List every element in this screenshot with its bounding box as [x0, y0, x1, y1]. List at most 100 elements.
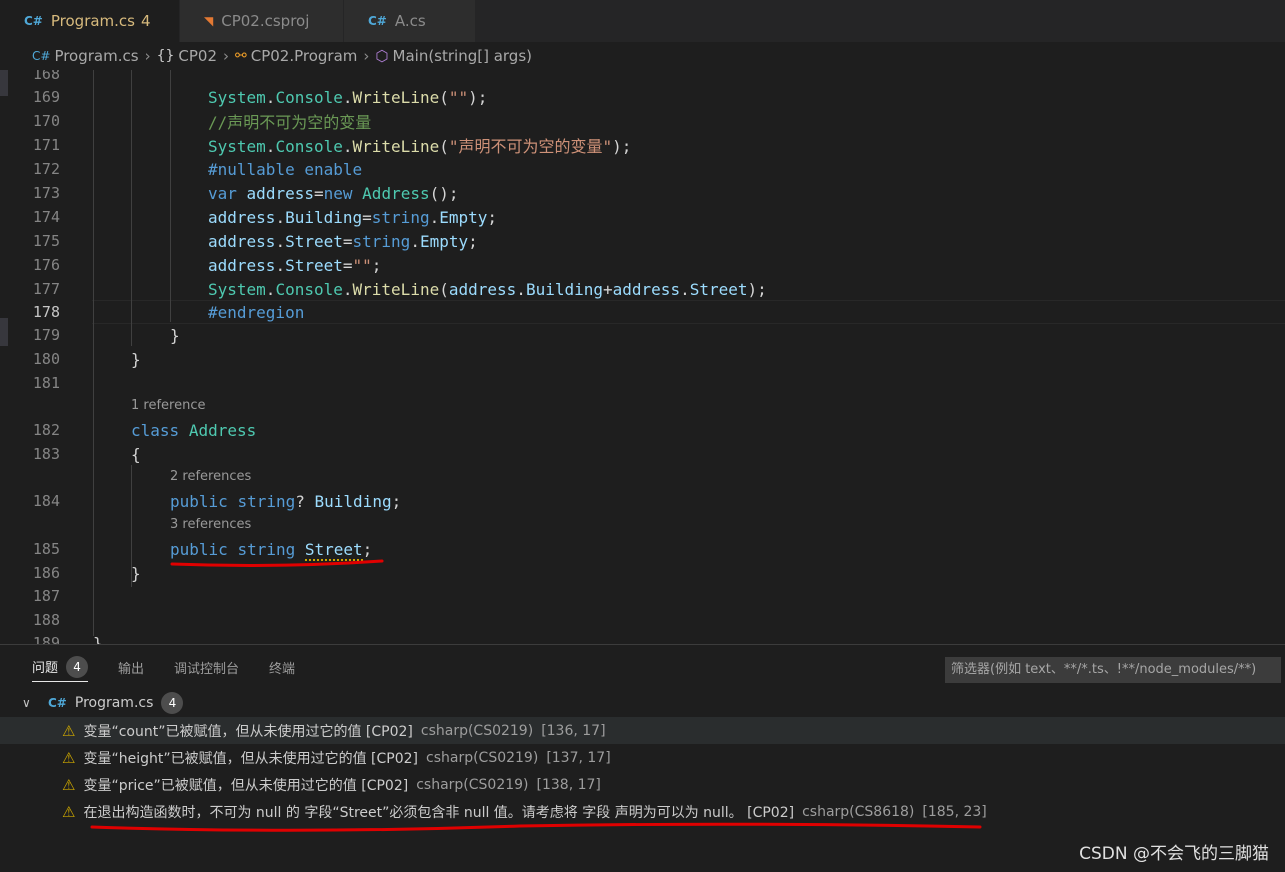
code-text: System.Console.WriteLine("声明不可为空的变量"); — [208, 137, 632, 156]
tab-problems[interactable]: 问题 4 — [32, 652, 89, 682]
problems-count-badge: 4 — [66, 655, 89, 678]
tab-label: A.cs — [394, 12, 426, 30]
codelens-references[interactable]: 1 reference — [131, 398, 205, 413]
namespace-icon: {} — [156, 48, 175, 64]
breadcrumb-class[interactable]: CP02.Program — [251, 47, 358, 65]
line-number: 177 — [32, 280, 60, 298]
code-comment: //声明不可为空的变量 — [208, 113, 372, 132]
code-line-current: 178 #endregion — [0, 300, 1285, 324]
problem-message: 变量“height”已被赋值，但从未使用过它的值 [CP02] — [83, 750, 418, 767]
code-brace: } — [93, 633, 103, 645]
code-text: System.Console.WriteLine(address.Buildin… — [208, 279, 767, 299]
code-text: public string? Building; — [170, 491, 402, 511]
code-brace: } — [131, 349, 141, 369]
code-line: 188 — [0, 608, 1285, 632]
codelens-references[interactable]: 3 references — [170, 517, 251, 532]
code-text: address.Street=string.Empty; — [208, 231, 478, 251]
line-number: 182 — [32, 421, 60, 439]
code-line: 171 System.Console.WriteLine("声明不可为空的变量"… — [0, 133, 1285, 157]
csharp-file-icon: C# — [32, 49, 51, 63]
line-number: 178 — [32, 303, 60, 321]
problem-file-name: Program.cs — [74, 694, 154, 711]
code-line: 175 address.Street=string.Empty; — [0, 229, 1285, 253]
line-number: 186 — [32, 564, 60, 582]
panel-tabs: 问题 4 输出 调试控制台 终端 — [0, 645, 325, 689]
problem-message: 在退出构造函数时，不可为 null 的 字段“Street”必须包含非 null… — [83, 804, 795, 821]
code-brace: } — [131, 563, 141, 583]
warning-icon: ⚠ — [62, 802, 76, 821]
csharp-file-icon: C# — [24, 14, 43, 28]
breadcrumb-namespace[interactable]: CP02 — [178, 47, 217, 65]
code-line: 180 } — [0, 347, 1285, 371]
tab-cp02-csproj[interactable]: ◥ CP02.csproj — [180, 0, 344, 42]
watermark: CSDN @不会飞的三脚猫 — [1079, 844, 1269, 864]
line-number: 175 — [32, 232, 60, 250]
problem-row[interactable]: ⚠ 在退出构造函数时，不可为 null 的 字段“Street”必须包含非 nu… — [0, 798, 1285, 825]
code-text: class Address — [131, 420, 257, 440]
code-line: 182 class Address — [0, 418, 1285, 442]
chevron-right-icon: › — [223, 47, 229, 65]
tab-program-cs[interactable]: C# Program.cs 4 — [0, 0, 180, 42]
warning-squiggle: Street — [304, 539, 363, 561]
problem-message: 变量“price”已被赋值，但从未使用过它的值 [CP02] — [83, 777, 409, 794]
problem-position: [137, 17] — [546, 749, 611, 766]
line-number: 173 — [32, 184, 60, 202]
code-line: 185 public string Street; — [0, 537, 1285, 561]
breadcrumb-file[interactable]: Program.cs — [54, 47, 138, 65]
line-number: 179 — [32, 326, 60, 344]
code-text: address.Building=string.Empty; — [208, 207, 498, 227]
codelens-references[interactable]: 2 references — [170, 469, 251, 484]
tab-output[interactable]: 输出 — [118, 645, 144, 689]
problem-source: csharp(CS0219) — [416, 776, 529, 793]
line-number: 169 — [32, 88, 60, 106]
breadcrumb: C# Program.cs › {} CP02 › ⚯ CP02.Program… — [0, 42, 1285, 70]
problem-row[interactable]: ⚠ 变量“height”已被赋值，但从未使用过它的值 [CP02] csharp… — [0, 744, 1285, 771]
breadcrumb-method[interactable]: Main(string[] args) — [393, 47, 532, 65]
code-brace: { — [131, 444, 141, 464]
code-line: 168 — [0, 70, 1285, 86]
code-editor[interactable]: 168 169 System.Console.WriteLine(""); 17… — [0, 70, 1285, 644]
line-number: 189 — [32, 634, 60, 644]
problem-source: csharp(CS0219) — [426, 749, 539, 766]
problem-row[interactable]: ⚠ 变量“price”已被赋值，但从未使用过它的值 [CP02] csharp(… — [0, 771, 1285, 798]
line-number: 172 — [32, 160, 60, 178]
tab-label: 输出 — [118, 661, 145, 677]
problem-position: [138, 17] — [536, 776, 601, 793]
tab-a-cs[interactable]: C# A.cs — [344, 0, 476, 42]
line-number: 187 — [32, 587, 60, 605]
line-number: 180 — [32, 350, 60, 368]
code-line: 179 } — [0, 323, 1285, 347]
problem-source: csharp(CS8618) — [802, 803, 915, 820]
code-line: 187 — [0, 584, 1285, 608]
problem-message: 变量“count”已被赋值，但从未使用过它的值 [CP02] — [83, 723, 413, 740]
code-line: 184 public string? Building; — [0, 489, 1285, 513]
tab-debug-console[interactable]: 调试控制台 — [174, 645, 239, 689]
code-line: 189 } — [0, 631, 1285, 645]
tab-terminal[interactable]: 终端 — [269, 645, 295, 689]
chevron-down-icon[interactable]: ∨ — [22, 696, 36, 710]
problems-filter-input[interactable]: 筛选器(例如 text、**/*.ts、!**/node_modules/**) — [945, 657, 1281, 683]
line-number: 174 — [32, 208, 60, 226]
chevron-right-icon: › — [363, 47, 370, 65]
problem-file-count-badge: 4 — [161, 691, 184, 714]
code-line: 170 //声明不可为空的变量 — [0, 109, 1285, 133]
problems-panel: 问题 4 输出 调试控制台 终端 筛选器(例如 text、**/*.ts、!**… — [0, 644, 1285, 872]
line-number: 188 — [32, 611, 60, 629]
code-line: 172 #nullable enable — [0, 157, 1285, 181]
code-line: 183 { — [0, 442, 1285, 466]
class-icon: ⚯ — [235, 48, 247, 64]
tab-label: CP02.csproj — [221, 12, 310, 30]
code-line: 177 System.Console.WriteLine(address.Bui… — [0, 277, 1285, 301]
chevron-right-icon: › — [144, 47, 151, 65]
code-directive: #endregion — [208, 302, 305, 322]
code-line: 176 address.Street=""; — [0, 253, 1285, 277]
warning-icon: ⚠ — [62, 721, 76, 740]
code-text: System.Console.WriteLine(""); — [208, 87, 488, 107]
tab-label: 调试控制台 — [174, 661, 240, 677]
problem-file-group[interactable]: ∨ C# Program.cs 4 — [0, 689, 1285, 716]
code-line: 186 } — [0, 561, 1285, 585]
line-number: 181 — [32, 374, 60, 392]
code-text: address.Street=""; — [208, 255, 382, 275]
problem-row[interactable]: ⚠ 变量“count”已被赋值，但从未使用过它的值 [CP02] csharp(… — [0, 717, 1285, 744]
line-number: 171 — [32, 136, 60, 154]
